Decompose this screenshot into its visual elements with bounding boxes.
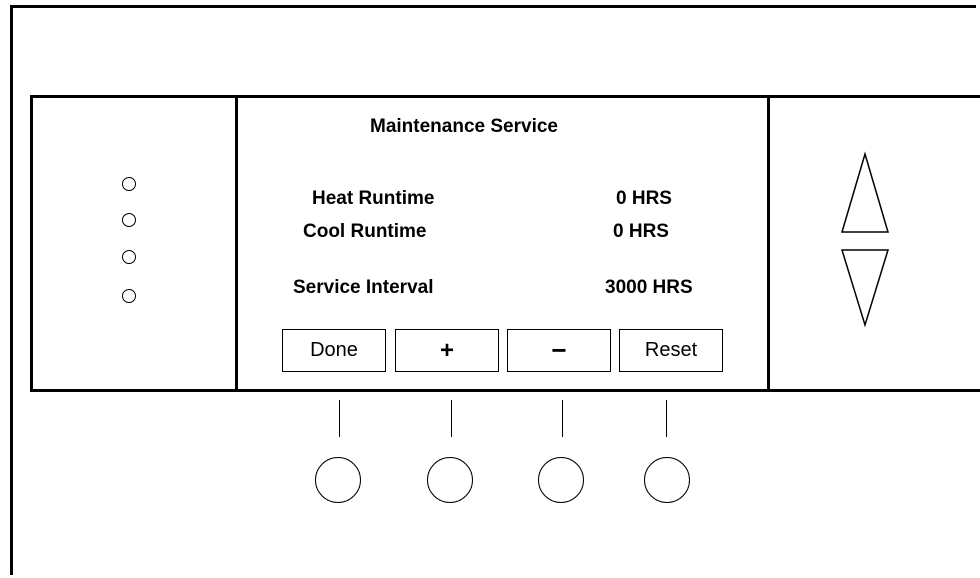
done-knob[interactable] [315,457,361,503]
up-arrow-icon[interactable] [840,151,890,233]
reset-button-label: Reset [644,339,698,361]
increase-button-label: + [439,336,454,364]
done-button-label: Done [310,339,358,361]
heat-runtime-value: 0 HRS [616,188,672,209]
indicator-led-icon [122,289,136,303]
service-interval-label: Service Interval [293,277,434,298]
service-interval-value: 3000 HRS [605,277,693,298]
reset-knob[interactable] [644,457,690,503]
indicator-led-icon [122,213,136,227]
heat-runtime-label: Heat Runtime [312,188,435,209]
done-knob-stem [339,400,340,437]
cool-runtime-label: Cool Runtime [303,221,427,242]
done-button[interactable]: Done [282,329,386,372]
decrease-button-label: − [551,335,567,365]
decrease-knob-stem [562,400,563,437]
indicator-led-icon [122,177,136,191]
increase-knob-stem [451,400,452,437]
cool-runtime-value: 0 HRS [613,221,669,242]
indicator-led-icon [122,250,136,264]
increase-button[interactable]: + [395,329,499,372]
decrease-knob[interactable] [538,457,584,503]
screen-title: Maintenance Service [370,116,558,137]
increase-knob[interactable] [427,457,473,503]
decrease-button[interactable]: − [507,329,611,372]
reset-button[interactable]: Reset [619,329,723,372]
reset-knob-stem [666,400,667,437]
arrow-keys [840,151,890,328]
down-arrow-icon[interactable] [840,249,890,328]
